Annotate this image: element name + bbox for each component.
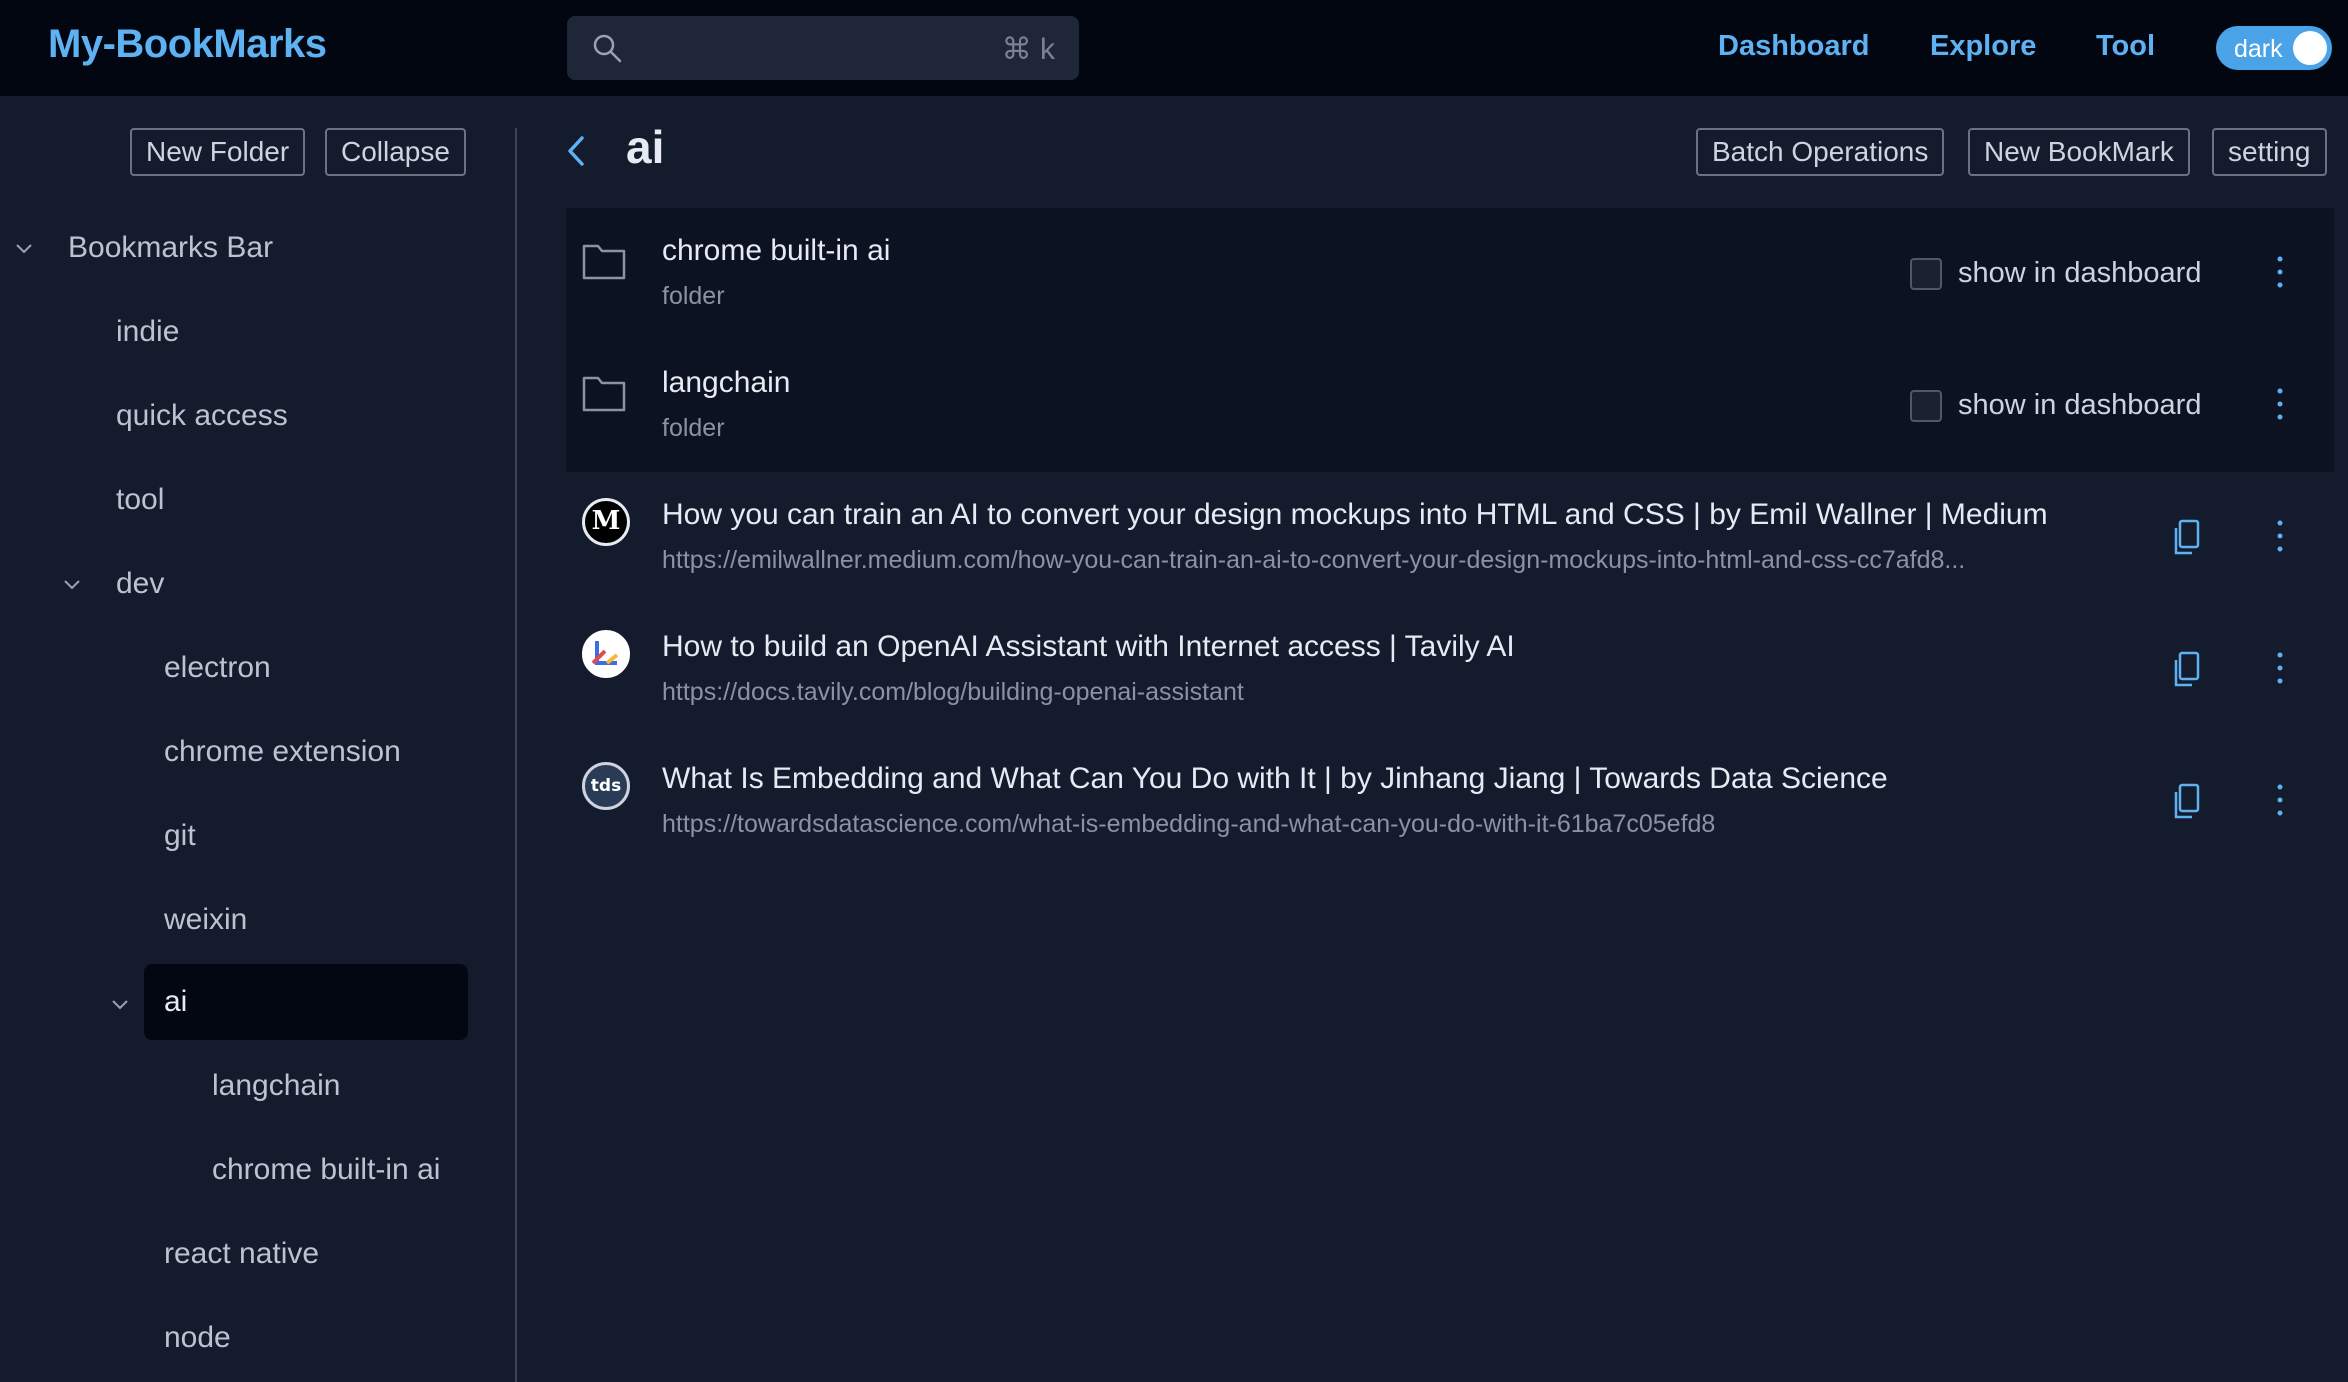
folder-row[interactable]: chrome built-in ai folder show in dashbo… <box>566 208 2334 340</box>
tree-item-react-native[interactable]: react native <box>164 1216 319 1292</box>
show-in-dashboard-label[interactable]: show in dashboard <box>1958 257 2201 290</box>
tree-item-chrome-built-in-ai[interactable]: chrome built-in ai <box>212 1132 440 1208</box>
tree-item-bookmarks-bar[interactable]: Bookmarks Bar <box>0 210 500 286</box>
folder-name[interactable]: chrome built-in ai <box>662 234 890 268</box>
tree-item-label: dev <box>116 567 165 600</box>
folder-icon <box>582 244 626 280</box>
tree-item-label: weixin <box>164 903 248 936</box>
tavily-logo-icon <box>591 641 619 665</box>
search-input[interactable]: ⌘ k <box>567 16 1079 80</box>
tavily-icon <box>582 630 630 678</box>
theme-toggle[interactable]: dark <box>2216 26 2332 70</box>
bookmark-row[interactable]: M How you can train an AI to convert you… <box>566 472 2334 604</box>
tree-item-label: tool <box>116 483 165 516</box>
theme-toggle-label: dark <box>2234 35 2283 63</box>
chevron-down-icon <box>64 580 80 590</box>
show-in-dashboard-label[interactable]: show in dashboard <box>1958 389 2201 422</box>
folder-row[interactable]: langchain folder show in dashboard <box>566 340 2334 472</box>
more-options-icon[interactable] <box>2274 386 2286 422</box>
bookmark-url[interactable]: https://towardsdatascience.com/what-is-e… <box>662 810 1715 839</box>
tree-item-label: chrome built-in ai <box>212 1153 441 1186</box>
tree-item-electron[interactable]: electron <box>164 630 271 706</box>
search-shortcut-hint: ⌘ k <box>1001 33 1055 66</box>
tree-item-langchain[interactable]: langchain <box>212 1048 340 1124</box>
tree-item-label: react native <box>164 1237 320 1270</box>
app-logo[interactable]: My-BookMarks <box>48 22 327 67</box>
tree-item-ai[interactable]: ai <box>144 964 468 1040</box>
bookmark-row[interactable]: How to build an OpenAI Assistant with In… <box>566 604 2334 736</box>
tree-item-label: langchain <box>212 1069 341 1102</box>
tree-item-label: git <box>164 819 196 852</box>
nav-tool[interactable]: Tool <box>2096 30 2155 63</box>
more-options-icon[interactable] <box>2274 782 2286 818</box>
sidebar-divider[interactable] <box>515 128 517 1382</box>
sidebar: New Folder Collapse Bookmarks Bar indie … <box>0 96 516 1382</box>
setting-button[interactable]: setting <box>2212 128 2327 176</box>
toggle-knob <box>2293 31 2327 65</box>
nav-explore[interactable]: Explore <box>1930 30 2036 63</box>
bookmark-title[interactable]: How you can train an AI to convert your … <box>662 498 2048 532</box>
tree-item-indie[interactable]: indie <box>116 294 179 370</box>
more-options-icon[interactable] <box>2274 650 2286 686</box>
chevron-down-icon <box>16 244 32 254</box>
copy-icon[interactable] <box>2170 782 2202 822</box>
back-chevron-icon[interactable] <box>562 134 590 168</box>
tree-item-chrome-extension[interactable]: chrome extension <box>164 714 401 790</box>
page-title: ai <box>626 121 665 173</box>
tree-item-quick-access[interactable]: quick access <box>116 378 288 454</box>
tree-item-git[interactable]: git <box>164 798 196 874</box>
new-folder-button[interactable]: New Folder <box>130 128 306 176</box>
bookmark-url[interactable]: https://emilwallner.medium.com/how-you-c… <box>662 546 1965 575</box>
collapse-button[interactable]: Collapse <box>325 128 466 176</box>
bookmark-title[interactable]: How to build an OpenAI Assistant with In… <box>662 630 1515 664</box>
show-in-dashboard-checkbox[interactable] <box>1910 390 1942 422</box>
bookmark-row[interactable]: tds What Is Embedding and What Can You D… <box>566 736 2334 868</box>
bookmark-title[interactable]: What Is Embedding and What Can You Do wi… <box>662 762 1888 796</box>
search-icon <box>593 34 622 63</box>
tree-item-label: quick access <box>116 399 288 432</box>
batch-operations-button[interactable]: Batch Operations <box>1696 128 1945 176</box>
tree-item-label: chrome extension <box>164 735 401 768</box>
tree-item-label: ai <box>164 985 188 1018</box>
more-options-icon[interactable] <box>2274 254 2286 290</box>
top-bar: My-BookMarks ⌘ k Dashboard Explore Tool … <box>0 0 2348 96</box>
tree-item-tool[interactable]: tool <box>116 462 164 538</box>
tree-item-label: node <box>164 1321 231 1354</box>
tree-item-label: electron <box>164 651 271 684</box>
tree-item-label: Bookmarks Bar <box>68 231 274 264</box>
copy-icon[interactable] <box>2170 518 2202 558</box>
chevron-down-icon[interactable] <box>110 994 130 1014</box>
folder-icon <box>582 376 626 412</box>
folder-type: folder <box>662 414 725 442</box>
new-bookmark-button[interactable]: New BookMark <box>1968 128 2190 176</box>
bookmark-url[interactable]: https://docs.tavily.com/blog/building-op… <box>662 678 1244 707</box>
medium-icon: M <box>582 498 630 546</box>
show-in-dashboard-checkbox[interactable] <box>1910 258 1942 290</box>
folder-name[interactable]: langchain <box>662 366 790 400</box>
nav-dashboard[interactable]: Dashboard <box>1718 30 1869 63</box>
tds-icon: tds <box>582 762 630 810</box>
tree-item-node[interactable]: node <box>164 1300 231 1376</box>
tree-item-weixin[interactable]: weixin <box>164 882 247 958</box>
tree-item-label: indie <box>116 315 180 348</box>
more-options-icon[interactable] <box>2274 518 2286 554</box>
copy-icon[interactable] <box>2170 650 2202 690</box>
tree-item-dev[interactable]: dev <box>0 546 500 622</box>
folder-type: folder <box>662 282 725 310</box>
